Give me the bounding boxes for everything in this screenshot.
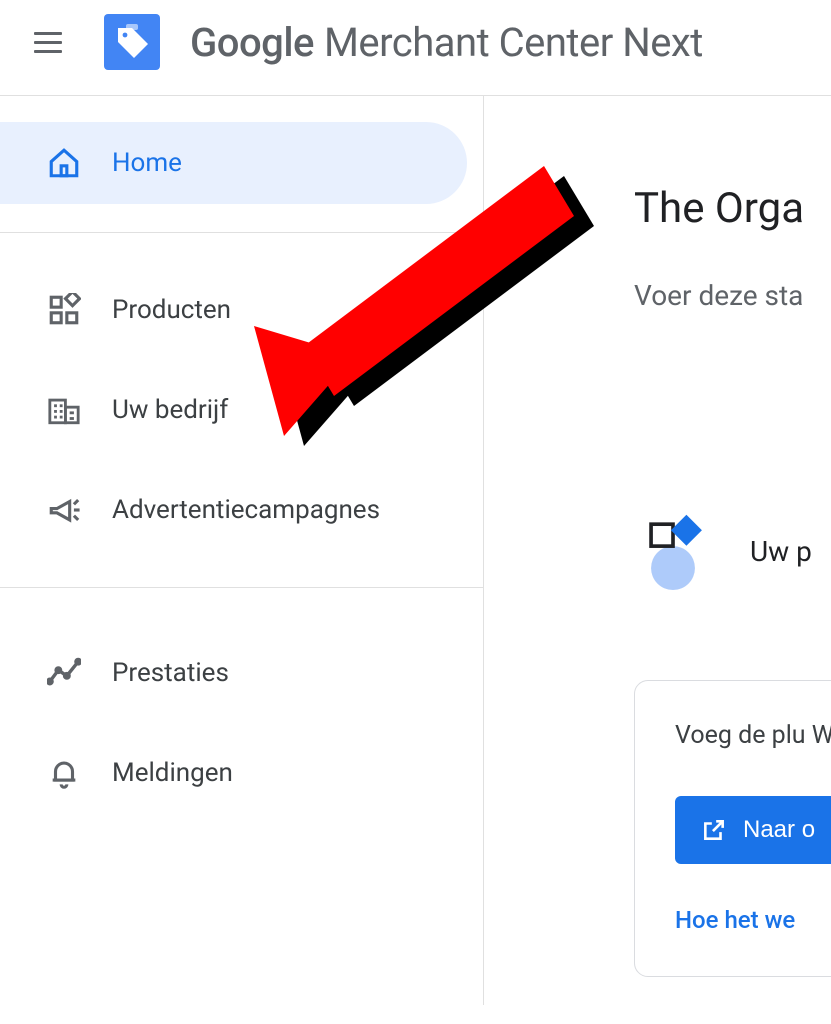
app-title-product: Merchant Center Next <box>324 19 703 66</box>
go-to-button-label: Naar o <box>743 816 815 844</box>
page-heading: The Orga <box>634 184 831 233</box>
home-icon <box>46 145 82 181</box>
business-icon <box>46 392 82 428</box>
products-icon <box>634 512 712 590</box>
app-title: Google Merchant Center Next <box>190 19 703 66</box>
merchant-center-logo <box>104 14 160 70</box>
app-header: Google Merchant Center Next <box>0 0 831 95</box>
sidebar-item-home[interactable]: Home <box>0 122 467 204</box>
sidebar-item-products[interactable]: Producten <box>0 269 483 351</box>
menu-button[interactable] <box>30 24 66 60</box>
widgets-icon <box>46 292 82 328</box>
products-summary-label: Uw p <box>750 535 812 568</box>
onboarding-card-text: Voeg de plu WooComme instellingen <box>675 717 831 756</box>
analytics-icon <box>46 655 82 691</box>
app-title-brand: Google <box>190 19 314 66</box>
sidebar-item-label: Producten <box>112 295 231 325</box>
app-body: Home Producten <box>0 95 831 1005</box>
onboarding-card: Voeg de plu WooComme instellingen Naar o… <box>634 680 831 977</box>
sidebar-item-label: Home <box>112 148 182 178</box>
price-tag-icon <box>112 22 152 62</box>
sidebar-item-label: Prestaties <box>112 658 229 688</box>
main-content: The Orga Voer deze sta Uw p Voeg de plu … <box>484 96 831 1005</box>
how-it-works-link[interactable]: Hoe het we <box>675 906 831 934</box>
page-subheading: Voer deze sta <box>634 279 831 312</box>
campaign-icon <box>46 492 82 528</box>
sidebar-item-performance[interactable]: Prestaties <box>0 632 483 714</box>
sidebar-item-ad-campaigns[interactable]: Advertentiecampagnes <box>0 469 483 551</box>
open-external-icon <box>701 817 727 843</box>
products-summary-row: Uw p <box>634 512 831 590</box>
go-to-button[interactable]: Naar o <box>675 796 831 864</box>
sidebar-item-notifications[interactable]: Meldingen <box>0 732 483 814</box>
sidebar-item-your-business[interactable]: Uw bedrijf <box>0 369 483 451</box>
sidebar-item-label: Meldingen <box>112 758 233 788</box>
sidebar: Home Producten <box>0 96 484 1005</box>
sidebar-item-label: Advertentiecampagnes <box>112 495 380 525</box>
bell-icon <box>46 755 82 791</box>
sidebar-item-label: Uw bedrijf <box>112 395 228 425</box>
